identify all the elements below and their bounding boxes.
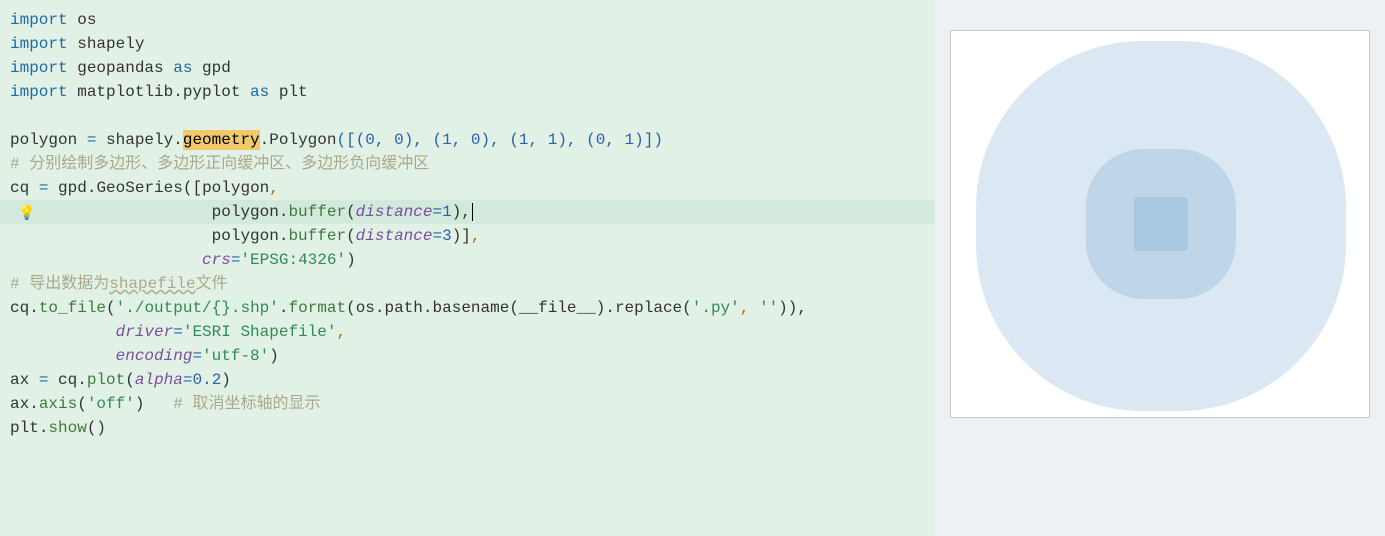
- text-cursor: [472, 203, 473, 221]
- code-line: crs='EPSG:4326'): [10, 248, 935, 272]
- polygon-shape: [1134, 197, 1188, 251]
- code-line: cq = gpd.GeoSeries([polygon,: [10, 176, 935, 200]
- code-line-comment: # 分别绘制多边形、多边形正向缓冲区、多边形负向缓冲区: [10, 152, 935, 176]
- keyword-import: import: [10, 11, 68, 29]
- code-line: import matplotlib.pyplot as plt: [10, 80, 935, 104]
- current-line[interactable]: 💡 polygon.buffer(distance=1),: [0, 200, 935, 224]
- code-line: ax = cq.plot(alpha=0.2): [10, 368, 935, 392]
- code-line: polygon = shapely.geometry.Polygon([(0, …: [10, 128, 935, 152]
- code-line-comment: # 导出数据为shapefile文件: [10, 272, 935, 296]
- code-line: plt.show(): [10, 416, 935, 440]
- code-line: import shapely: [10, 32, 935, 56]
- code-line: ax.axis('off') # 取消坐标轴的显示: [10, 392, 935, 416]
- code-line: cq.to_file('./output/{}.shp'.format(os.p…: [10, 296, 935, 320]
- code-line: import os: [10, 8, 935, 32]
- code-editor[interactable]: import os import shapely import geopanda…: [0, 0, 935, 536]
- output-pane: [935, 0, 1385, 536]
- code-line: import geopandas as gpd: [10, 56, 935, 80]
- code-line: polygon.buffer(distance=3)],: [10, 224, 935, 248]
- lightbulb-icon[interactable]: 💡: [18, 202, 35, 226]
- highlighted-token: geometry: [183, 130, 260, 150]
- blank-line: [10, 104, 935, 128]
- plot-figure: [950, 30, 1370, 418]
- code-line: encoding='utf-8'): [10, 344, 935, 368]
- code-line: driver='ESRI Shapefile',: [10, 320, 935, 344]
